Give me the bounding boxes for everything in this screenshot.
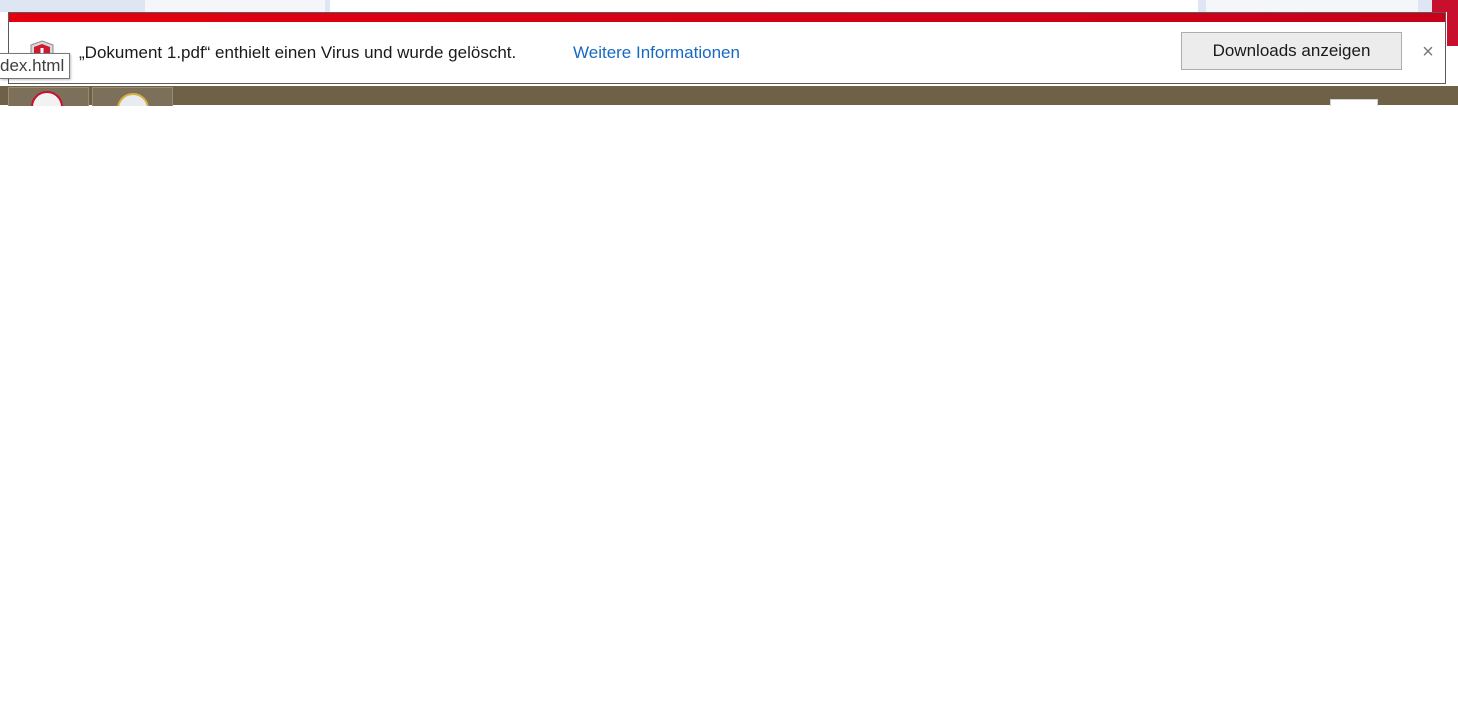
browser-corner-accent [1432,0,1458,12]
download-notification-bar: „Dokument 1.pdf“ enthielt einen Virus un… [8,12,1446,84]
notification-message: „Dokument 1.pdf“ enthielt einen Virus un… [79,43,517,62]
browser-tab[interactable] [1206,0,1418,12]
browser-tab-strip [0,0,1458,12]
show-downloads-button[interactable]: Downloads anzeigen [1181,32,1402,70]
taskbar-media-player-button[interactable] [92,87,173,106]
taskbar-browser-button[interactable] [8,87,89,106]
taskbar [0,86,1458,105]
taskbar-tray-item[interactable] [1330,99,1378,106]
notification-accent-bar [9,13,1445,22]
browser-tab[interactable] [145,0,325,12]
window-edge-accent [1447,12,1458,46]
browser-tab-active[interactable] [330,0,1198,12]
browser-icon [31,91,63,106]
close-icon[interactable]: × [1417,39,1439,65]
media-player-icon [117,93,149,106]
url-tooltip: dex.html [0,53,71,79]
more-info-link[interactable]: Weitere Informationen [573,43,740,63]
